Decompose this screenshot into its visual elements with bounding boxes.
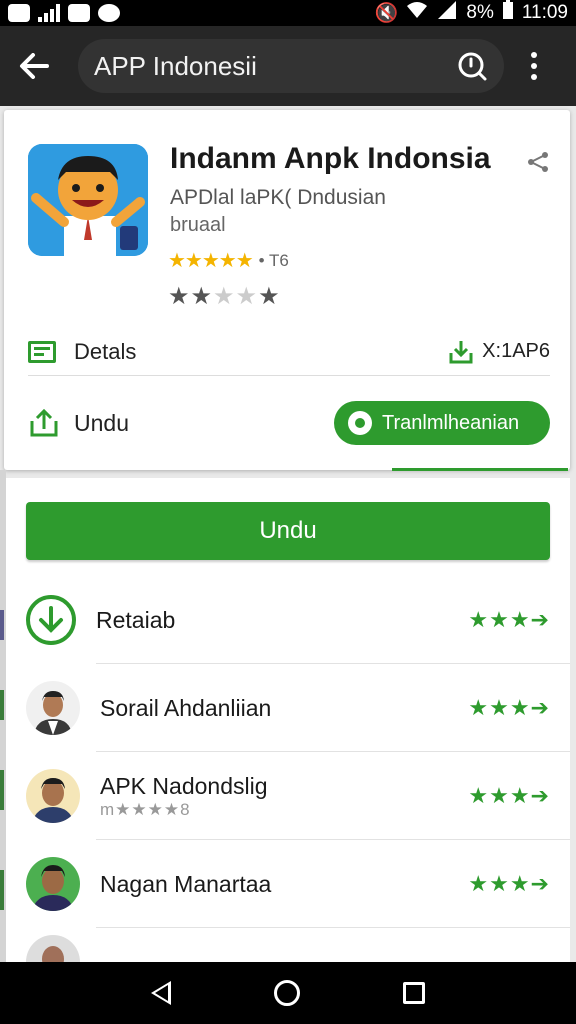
action-row: Undu Tranlmlheanian: [28, 398, 550, 448]
list-item[interactable]: Sorail Ahdanliian ★★★➔: [6, 664, 570, 752]
search-input[interactable]: APP Indonesii: [78, 39, 504, 93]
battery-icon: [502, 0, 514, 26]
star-icon: ★: [258, 283, 281, 310]
gear-icon: [348, 411, 372, 435]
rating-row: ★★★★★ • T6: [168, 248, 289, 273]
download-tray-icon: [449, 340, 473, 363]
star-icon: ★: [235, 283, 259, 310]
details-list-icon: [28, 340, 56, 363]
item-name: APK Nadondslig: [100, 772, 268, 799]
star-icon: ★: [168, 283, 191, 310]
avatar: [26, 857, 80, 911]
more-options-icon[interactable]: [522, 46, 546, 86]
download-circle-icon: [26, 595, 76, 645]
download-button[interactable]: Undu: [26, 502, 550, 560]
cell-signal-icon: [436, 1, 458, 25]
item-subtitle: m★★★★8: [100, 799, 191, 819]
signal-icon: [38, 4, 60, 22]
app-detail-card: Indanm Anpk Indonsia APDlal laPK( Dndusi…: [4, 110, 570, 470]
app-developer: bruaal: [170, 214, 226, 236]
size-info: X:1AP6: [448, 339, 550, 365]
item-name: Sorail Ahdanliian: [100, 694, 272, 721]
app-bar: APP Indonesii: [0, 26, 576, 106]
search-icon[interactable]: [456, 50, 488, 82]
app-notification-icon: [8, 4, 30, 22]
star-icon: ★: [213, 283, 236, 310]
item-rating: ★★★➔: [468, 607, 550, 632]
share-icon[interactable]: [526, 150, 550, 174]
nav-home-icon[interactable]: [273, 980, 300, 1006]
install-label: Tranlmlheanian: [382, 411, 520, 434]
app-title: Indanm Anpk Indonsia: [170, 142, 491, 175]
item-name: Retaiab: [96, 606, 176, 633]
chat-notification-icon: [98, 4, 120, 22]
rating-count: • T6: [258, 250, 289, 270]
details-row[interactable]: Detals X:1AP6: [28, 328, 550, 376]
rating-stars: ★★★★★: [168, 250, 254, 272]
avatar: [26, 681, 80, 735]
image-notification-icon: [68, 4, 90, 22]
item-rating: ★★★➔: [468, 695, 550, 720]
divider-accent: [392, 468, 568, 471]
mute-icon: 🔇: [374, 3, 399, 24]
wifi-icon: [406, 1, 428, 25]
list-item[interactable]: APK Nadondslig m★★★★8 ★★★➔: [6, 752, 570, 840]
details-label: Detals: [74, 338, 137, 364]
nav-back-icon[interactable]: [151, 981, 172, 1005]
system-nav-bar: [0, 962, 576, 1024]
secondary-rating-stars: ★★★★★: [168, 282, 281, 311]
status-bar: 🔇 8% 11:09: [0, 0, 576, 26]
avatar: [26, 935, 80, 962]
app-subtitle: APDlal laPK( Dndusian: [170, 186, 386, 209]
content-list: Undu Retaiab ★★★➔ Sorail Ahdanliian ★★★➔…: [6, 478, 570, 962]
search-query: APP Indonesii: [94, 50, 257, 81]
list-item-partial[interactable]: [6, 928, 570, 962]
item-rating: ★★★➔: [468, 871, 550, 896]
back-arrow-icon[interactable]: [14, 46, 54, 86]
item-rating: ★★★➔: [468, 783, 550, 808]
avatar: [26, 769, 80, 823]
list-item[interactable]: Retaiab ★★★➔: [6, 576, 570, 664]
star-icon: ★: [190, 283, 214, 310]
list-item[interactable]: Nagan Manartaa ★★★➔: [6, 840, 570, 928]
size-label: X:1AP6: [482, 340, 550, 362]
clock: 11:09: [521, 2, 568, 23]
undu-label[interactable]: Undu: [74, 410, 129, 437]
item-name: Nagan Manartaa: [100, 870, 272, 897]
app-logo-icon: [28, 144, 148, 256]
upload-icon[interactable]: [28, 407, 60, 439]
nav-recents-icon[interactable]: [402, 982, 425, 1004]
install-button[interactable]: Tranlmlheanian: [334, 401, 550, 445]
battery-percent: 8%: [466, 2, 494, 23]
